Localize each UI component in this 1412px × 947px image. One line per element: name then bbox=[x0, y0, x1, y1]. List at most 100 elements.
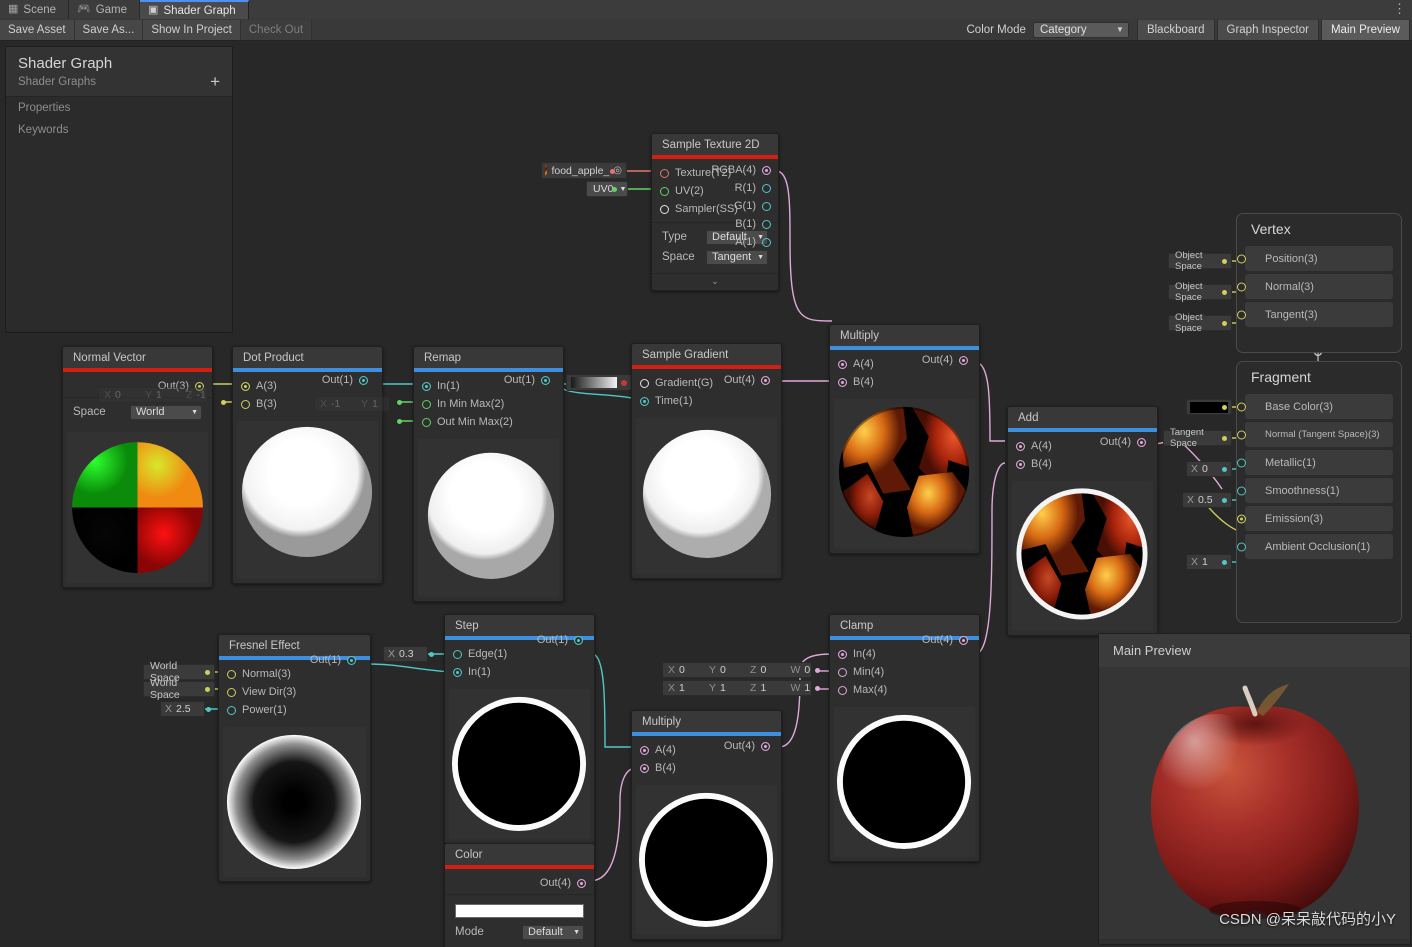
port-dot[interactable] bbox=[959, 635, 968, 645]
color-mode-dropdown[interactable]: Category ▼ bbox=[1032, 21, 1129, 38]
port-dot[interactable] bbox=[660, 186, 669, 196]
port-dot[interactable] bbox=[1016, 441, 1025, 451]
node-clamp[interactable]: Clamp In(4) Min(4) Max(4) bbox=[829, 614, 980, 862]
port-b[interactable]: B(1) bbox=[714, 215, 779, 233]
port-g[interactable]: G(1) bbox=[714, 197, 779, 215]
port-dot[interactable] bbox=[838, 685, 847, 695]
port-dot[interactable] bbox=[541, 375, 550, 385]
block-normal[interactable]: Normal(3) bbox=[1237, 274, 1393, 299]
field-value[interactable]: 0.5 bbox=[1198, 494, 1224, 506]
save-as-button[interactable]: Save As... bbox=[74, 19, 144, 40]
block-position[interactable]: Position(3) bbox=[1237, 246, 1393, 271]
port-dot[interactable] bbox=[574, 635, 583, 645]
port-b[interactable]: B(4) bbox=[830, 373, 979, 391]
port-out[interactable]: Out(1) bbox=[306, 651, 364, 669]
port-r[interactable]: R(1) bbox=[714, 179, 779, 197]
blackboard-panel[interactable]: Shader Graph Shader Graphs + Properties … bbox=[5, 46, 233, 333]
space-dropdown[interactable]: World ▼ bbox=[130, 404, 202, 420]
block-dot[interactable] bbox=[1237, 542, 1246, 551]
block-emission[interactable]: Emission(3) bbox=[1237, 506, 1393, 531]
port-dot[interactable] bbox=[1137, 437, 1146, 447]
port-dot[interactable] bbox=[640, 396, 649, 406]
field-value[interactable]: 0.3 bbox=[399, 648, 425, 660]
port-dot[interactable] bbox=[422, 381, 431, 391]
port-out[interactable]: Out(1) bbox=[533, 631, 591, 649]
block-tangent[interactable]: Tangent(3) bbox=[1237, 302, 1393, 327]
port-dot[interactable] bbox=[422, 399, 431, 409]
port-dot[interactable] bbox=[347, 655, 356, 665]
port-dot[interactable] bbox=[959, 355, 968, 365]
port-dot[interactable] bbox=[577, 878, 586, 888]
port-dot[interactable] bbox=[227, 669, 236, 679]
port-max[interactable]: Max(4) bbox=[830, 681, 979, 699]
port-dot[interactable] bbox=[838, 667, 847, 677]
master-stack-fragment[interactable]: Fragment Base Color(3) Normal (Tangent S… bbox=[1236, 361, 1402, 623]
main-preview-viewport[interactable]: CSDN @呆呆敲代码的小Y bbox=[1099, 667, 1410, 939]
block-dot[interactable] bbox=[1237, 310, 1246, 319]
port-min[interactable]: Min(4) bbox=[830, 663, 979, 681]
block-normal-tangent-space[interactable]: Normal (Tangent Space)(3) bbox=[1237, 422, 1393, 447]
port-out[interactable]: Out(1) bbox=[500, 371, 558, 389]
block-dot[interactable] bbox=[1237, 486, 1246, 495]
port-dot[interactable] bbox=[227, 705, 236, 715]
clamp-max-field[interactable]: X1 Y1 Z1 W1 bbox=[662, 680, 812, 696]
block-dot[interactable] bbox=[1237, 514, 1246, 523]
port-dot[interactable] bbox=[640, 763, 649, 773]
port-dot[interactable] bbox=[838, 359, 847, 369]
port-dot[interactable] bbox=[761, 741, 770, 751]
port-out-min-max[interactable]: Out Min Max(2) bbox=[414, 413, 563, 431]
window-menu-icon[interactable]: ⋮ bbox=[1393, 2, 1406, 16]
node-normal-vector[interactable]: Normal Vector Out(3) Space World ▼ bbox=[62, 346, 213, 589]
space-dropdown[interactable]: Tangent ▼ bbox=[706, 249, 768, 265]
port-power[interactable]: Power(1) bbox=[219, 701, 370, 719]
port-in-min-max[interactable]: In Min Max(2) bbox=[414, 395, 563, 413]
port-out[interactable]: Out(4) bbox=[720, 371, 778, 389]
tab-scene[interactable]: ▦ Scene bbox=[0, 0, 70, 19]
prop-space[interactable]: Space World ▼ bbox=[73, 402, 202, 422]
block-base-color[interactable]: Base Color(3) bbox=[1237, 394, 1393, 419]
graph-inspector-toggle[interactable]: Graph Inspector bbox=[1216, 19, 1319, 40]
graph-canvas[interactable]: Shader Graph Shader Graphs + Properties … bbox=[0, 41, 1412, 947]
show-in-project-button[interactable]: Show In Project bbox=[143, 19, 241, 40]
master-stack-vertex[interactable]: Vertex Position(3) Normal(3) Tangent(3) bbox=[1236, 213, 1402, 353]
port-dot[interactable] bbox=[838, 377, 847, 387]
field-value[interactable]: 2.5 bbox=[176, 703, 202, 715]
port-out[interactable]: Out(4) bbox=[918, 631, 976, 649]
port-out[interactable]: Out(4) bbox=[720, 737, 778, 755]
blackboard-section-keywords[interactable]: Keywords bbox=[6, 119, 232, 141]
blackboard-toggle[interactable]: Blackboard bbox=[1136, 19, 1215, 40]
port-out[interactable]: Out(4) bbox=[445, 874, 594, 892]
tab-shader-graph[interactable]: ▣ Shader Graph bbox=[140, 0, 249, 19]
port-in[interactable]: In(1) bbox=[445, 663, 594, 681]
uv-channel-dropdown[interactable]: UV0 ▼ bbox=[586, 181, 628, 197]
block-dot[interactable] bbox=[1237, 254, 1246, 263]
main-preview-toggle[interactable]: Main Preview bbox=[1320, 19, 1410, 40]
block-dot[interactable] bbox=[1237, 402, 1246, 411]
port-a[interactable]: A(1) bbox=[714, 233, 779, 251]
port-rgba[interactable]: RGBA(4) bbox=[711, 161, 779, 179]
main-preview-panel[interactable]: Main Preview CSDN @呆呆敲代码的小Y bbox=[1098, 633, 1411, 945]
port-dot[interactable] bbox=[640, 745, 649, 755]
block-dot[interactable] bbox=[1237, 282, 1246, 291]
port-dot[interactable] bbox=[838, 649, 847, 659]
port-dot[interactable] bbox=[241, 381, 250, 391]
port-dot[interactable] bbox=[762, 237, 771, 247]
blackboard-section-properties[interactable]: Properties bbox=[6, 97, 232, 119]
fresnel-power-field[interactable]: X 2.5 bbox=[160, 701, 205, 717]
block-ambient-occlusion[interactable]: Ambient Occlusion(1) bbox=[1237, 534, 1393, 559]
port-dot[interactable] bbox=[359, 375, 368, 385]
port-dot[interactable] bbox=[227, 687, 236, 697]
node-expander-toggle[interactable]: ⌄ bbox=[652, 273, 778, 290]
port-dot[interactable] bbox=[762, 165, 771, 175]
block-dot[interactable] bbox=[1237, 458, 1246, 467]
port-dot[interactable] bbox=[660, 204, 669, 214]
node-fresnel-effect[interactable]: Fresnel Effect Normal(3) View Dir(3) Pow… bbox=[218, 634, 371, 882]
port-dot[interactable] bbox=[761, 375, 770, 385]
port-b[interactable]: B(4) bbox=[1008, 455, 1157, 473]
block-smoothness[interactable]: Smoothness(1) bbox=[1237, 478, 1393, 503]
mode-dropdown[interactable]: Default ▼ bbox=[522, 924, 584, 940]
add-property-button[interactable]: + bbox=[210, 73, 220, 90]
color-swatch[interactable] bbox=[455, 904, 584, 918]
block-metallic[interactable]: Metallic(1) bbox=[1237, 450, 1393, 475]
port-dot[interactable] bbox=[640, 378, 649, 388]
